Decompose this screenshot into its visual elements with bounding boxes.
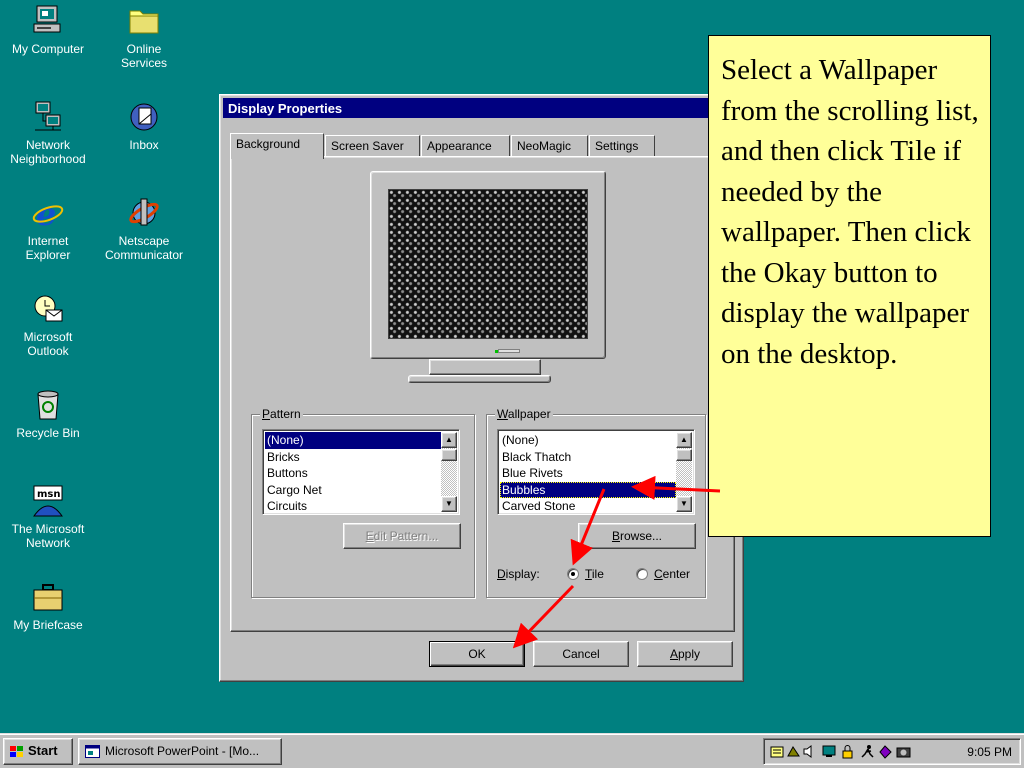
desktop-icon-recycle-bin[interactable]: Recycle Bin xyxy=(0,388,96,440)
tab-appearance[interactable]: Appearance xyxy=(421,135,510,157)
scheduler-icon[interactable] xyxy=(770,744,785,759)
ok-button[interactable]: OK xyxy=(429,641,525,667)
lock-icon[interactable] xyxy=(840,744,855,759)
desktop-icon-label: Inbox xyxy=(129,138,159,152)
wallpaper-scrollbar[interactable]: ▲ ▼ xyxy=(676,432,692,512)
list-item-selected[interactable]: Bubbles xyxy=(500,481,676,498)
list-item[interactable]: Cargo Net xyxy=(265,482,441,499)
pattern-list: (None) Bricks Buttons Cargo Net Circuits xyxy=(265,432,441,512)
desktop-icon-label: The Microsoft Network xyxy=(11,522,85,550)
tab-neomagic[interactable]: NeoMagic xyxy=(511,135,588,157)
tab-screen-saver[interactable]: Screen Saver xyxy=(325,135,420,157)
desktop-icon-label: Online Services xyxy=(120,42,167,70)
start-button[interactable]: Start xyxy=(3,738,73,765)
pattern-listbox[interactable]: (None) Bricks Buttons Cargo Net Circuits… xyxy=(262,429,460,515)
desktop-icon-label: My Computer xyxy=(11,42,85,56)
list-item[interactable]: (None) xyxy=(500,432,676,449)
wallpaper-group: Wallpaper (None) Black Thatch Blue Rivet… xyxy=(486,407,706,598)
svg-text:e: e xyxy=(36,196,56,230)
dialog-title: Display Properties xyxy=(228,101,343,116)
instruction-note: Select a Wallpaper from the scrolling li… xyxy=(708,35,991,537)
inbox-icon xyxy=(130,103,158,131)
apply-button[interactable]: Apply xyxy=(637,641,733,667)
taskbar: Start Microsoft PowerPoint - [Mo... 9:05… xyxy=(0,733,1024,768)
desktop-icon-my-computer[interactable]: My Computer xyxy=(0,4,96,56)
edit-pattern-button[interactable]: Edit Pattern... xyxy=(343,523,461,549)
desktop-icon-label: Internet Explorer xyxy=(25,234,71,262)
clock[interactable]: 9:05 PM xyxy=(967,744,1012,760)
pattern-group: Pattern (None) Bricks Buttons Cargo Net … xyxy=(251,407,475,598)
list-item[interactable]: Bricks xyxy=(265,449,441,466)
chat-icon[interactable] xyxy=(878,744,893,759)
desktop-icon-label: My Briefcase xyxy=(13,618,83,632)
wallpaper-group-label: Wallpaper xyxy=(495,407,553,421)
tile-radio[interactable]: Tile xyxy=(567,567,604,581)
list-item[interactable]: Buttons xyxy=(265,465,441,482)
desktop-icon-microsoft-network[interactable]: msn The Microsoft Network xyxy=(0,484,96,550)
volume-icon[interactable] xyxy=(802,744,817,759)
wallpaper-list: (None) Black Thatch Blue Rivets Bubbles … xyxy=(500,432,676,512)
desktop-icon-online-services[interactable]: Online Services xyxy=(96,4,192,70)
computer-icon xyxy=(33,5,61,33)
briefcase-icon xyxy=(33,584,63,611)
scroll-down-icon[interactable]: ▼ xyxy=(676,496,692,512)
wallpaper-preview-screen xyxy=(388,189,588,339)
outlook-icon xyxy=(34,295,63,322)
list-item[interactable]: Blue Rivets xyxy=(500,465,676,482)
scroll-thumb[interactable] xyxy=(441,449,457,461)
radio-selected-icon xyxy=(567,568,579,580)
tab-settings[interactable]: Settings xyxy=(589,135,655,157)
pattern-group-label: Pattern xyxy=(260,407,303,421)
system-tray: 9:05 PM xyxy=(763,738,1021,765)
network-icon xyxy=(35,101,61,131)
wallpaper-listbox[interactable]: (None) Black Thatch Blue Rivets Bubbles … xyxy=(497,429,695,515)
center-radio[interactable]: Center xyxy=(636,567,690,581)
list-item[interactable]: Circuits xyxy=(265,498,441,512)
folder-icon xyxy=(129,10,159,34)
desktop-icon-network-neighborhood[interactable]: Network Neighborhood xyxy=(0,100,96,166)
display-label: Display: xyxy=(497,567,540,581)
desktop-icon-internet-explorer[interactable]: e Internet Explorer xyxy=(0,196,96,262)
powerpoint-icon xyxy=(85,745,100,758)
scroll-up-icon[interactable]: ▲ xyxy=(441,432,457,448)
recycle-bin-icon xyxy=(37,390,59,420)
msn-icon: msn xyxy=(33,485,63,517)
desktop-icon-netscape[interactable]: Netscape Communicator xyxy=(96,196,192,262)
netscape-icon xyxy=(129,198,159,226)
monitor-stand-base xyxy=(408,375,551,383)
tab-background[interactable]: Background xyxy=(230,133,324,159)
desktop-icon-label: Recycle Bin xyxy=(16,426,80,440)
list-item[interactable]: Carved Stone xyxy=(500,498,676,512)
scroll-down-icon[interactable]: ▼ xyxy=(441,496,457,512)
scroll-thumb[interactable] xyxy=(676,449,692,461)
desktop-icon-label: Microsoft Outlook xyxy=(23,330,73,358)
network-tray-icon[interactable] xyxy=(786,744,801,759)
desktop-icon-inbox[interactable]: Inbox xyxy=(96,100,192,152)
dialog-titlebar[interactable]: Display Properties ? xyxy=(223,98,740,118)
background-tab-panel: Pattern (None) Bricks Buttons Cargo Net … xyxy=(230,156,735,632)
desktop-icon-label: Network Neighborhood xyxy=(10,138,86,166)
radio-icon xyxy=(636,568,648,580)
list-item[interactable]: Black Thatch xyxy=(500,449,676,466)
desktop-icon-my-briefcase[interactable]: My Briefcase xyxy=(0,580,96,632)
wallpaper-preview-monitor xyxy=(370,171,606,359)
desktop-icon-label: Netscape Communicator xyxy=(104,234,184,262)
display-mode-row: Display: Tile Center xyxy=(497,567,703,581)
taskbar-button-powerpoint[interactable]: Microsoft PowerPoint - [Mo... xyxy=(78,738,282,765)
monitor-tray-icon[interactable] xyxy=(822,744,837,759)
windows-logo-icon xyxy=(10,746,23,757)
cancel-button[interactable]: Cancel xyxy=(533,641,629,667)
camera-icon[interactable] xyxy=(896,744,911,759)
desktop-icon-microsoft-outlook[interactable]: Microsoft Outlook xyxy=(0,292,96,358)
ie-icon: e xyxy=(32,196,64,230)
browse-button[interactable]: Browse... xyxy=(578,523,696,549)
list-item[interactable]: (None) xyxy=(265,432,441,449)
scroll-up-icon[interactable]: ▲ xyxy=(676,432,692,448)
power-led-icon xyxy=(495,349,520,353)
display-properties-dialog: Display Properties ? Background Screen S… xyxy=(219,94,744,682)
runner-icon[interactable] xyxy=(860,744,875,759)
svg-text:msn: msn xyxy=(37,489,61,500)
pattern-scrollbar[interactable]: ▲ ▼ xyxy=(441,432,457,512)
monitor-stand-neck xyxy=(429,359,541,375)
